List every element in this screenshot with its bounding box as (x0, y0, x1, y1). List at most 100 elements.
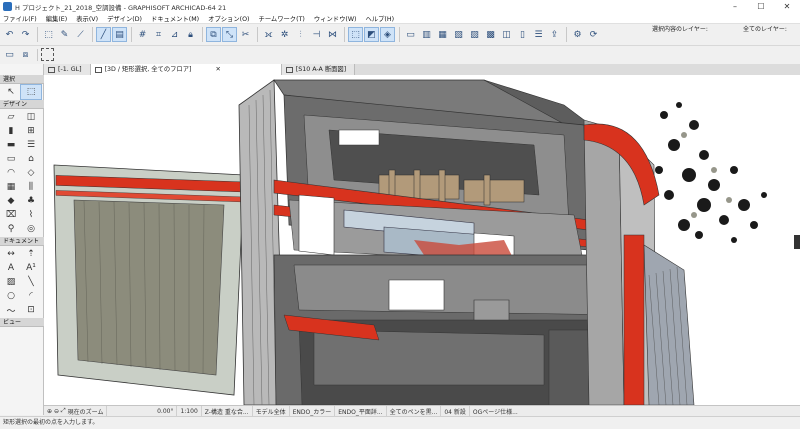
mep-icon[interactable]: ⚙ (570, 27, 585, 42)
line-type-icon[interactable]: ╱ (96, 27, 111, 42)
menu-file[interactable]: ファイル(F) (3, 14, 37, 23)
dimension-tool-icon[interactable]: ↔ (1, 247, 21, 261)
tab-3d-view[interactable]: [3D / 矩形選択, 全てのフロア] ✕ (90, 64, 282, 75)
menu-view[interactable]: 表示(V) (76, 14, 98, 23)
pen-set-select[interactable]: ENDO_カラー (290, 405, 336, 417)
suspend-groups-icon[interactable]: ⧉ (206, 27, 221, 42)
document-3d-icon[interactable]: ◫ (499, 27, 514, 42)
menu-window[interactable]: ウィンドウ(W) (314, 14, 357, 23)
marquee-multi-icon[interactable]: ⧈ (18, 48, 33, 61)
tracker-icon[interactable]: ⌗ (151, 27, 166, 42)
magic-wand-icon[interactable]: ⤡ (222, 27, 237, 42)
section-select[interactable]: 選択 (0, 75, 44, 84)
pet-palette-icon[interactable]: ⬚ (41, 27, 56, 42)
tab-close-icon[interactable]: ✕ (215, 64, 220, 75)
elevation-icon[interactable]: ▦ (435, 27, 450, 42)
menu-help[interactable]: ヘルプ(H) (366, 14, 395, 23)
schedule-icon[interactable]: ☰ (531, 27, 546, 42)
graphic-override-select[interactable]: ENDO_平面詳... (335, 405, 387, 417)
scale-select[interactable]: 1:100 (177, 405, 202, 417)
fit-icon[interactable]: ⤢ (61, 407, 66, 415)
zoom-in-icon[interactable]: ⊕ (47, 408, 52, 415)
door-tool-icon[interactable]: ◫ (21, 110, 41, 124)
maximize-icon[interactable]: ☐ (748, 0, 774, 13)
3d-viewport[interactable] (44, 75, 800, 405)
redo-icon[interactable]: ↷ (18, 27, 33, 42)
section-design[interactable]: デザイン (0, 100, 44, 109)
opening-tool-icon[interactable]: ◎ (21, 222, 41, 236)
arrow-tool-icon[interactable]: ↖ (1, 85, 21, 99)
3d-cutaway-icon[interactable]: ◩ (364, 27, 379, 42)
morph-tool-icon[interactable]: ◆ (1, 194, 21, 208)
close-icon[interactable]: ✕ (774, 0, 800, 13)
fill-tool-icon[interactable]: ▨ (1, 275, 21, 289)
shell-tool-icon[interactable]: ◠ (1, 166, 21, 180)
adjust-icon[interactable]: ⊣ (309, 27, 324, 42)
roof-tool-icon[interactable]: ⌂ (21, 152, 41, 166)
menu-options[interactable]: オプション(O) (208, 14, 249, 23)
railing-tool-icon[interactable]: ⫼ (21, 180, 41, 194)
interior-elevation-icon[interactable]: ▧ (451, 27, 466, 42)
rotation-angle[interactable]: 0.00° (107, 405, 178, 417)
3d-view-icon[interactable]: ⬚ (348, 27, 363, 42)
window-tool-icon[interactable]: ⊞ (21, 124, 41, 138)
align-icon[interactable]: ⫶ (293, 27, 308, 42)
override-select[interactable]: 全てのペンを黒... (387, 405, 442, 417)
section-document[interactable]: ドキュメント (0, 237, 44, 246)
text-tool-icon[interactable]: A (1, 261, 21, 275)
menu-edit[interactable]: 編集(E) (46, 14, 68, 23)
curtain-wall-tool-icon[interactable]: ▦ (1, 180, 21, 194)
eyedropper-icon[interactable]: ✎ (57, 27, 72, 42)
object-tool-icon[interactable]: ♣ (21, 194, 41, 208)
marquee-tool-icon[interactable]: ⬚ (20, 84, 42, 100)
undo-icon[interactable]: ↶ (2, 27, 17, 42)
menu-document[interactable]: ドキュメント(M) (151, 14, 199, 23)
drawing-tool-icon[interactable]: ⊡ (21, 303, 41, 317)
section-view[interactable]: ビュー (0, 318, 44, 327)
arc-tool-icon[interactable]: ◜ (21, 289, 41, 303)
tab-section-a-a[interactable]: [S10 A-A 断面図] (281, 64, 356, 75)
structure-display-select[interactable]: Z-構造 重な合... (202, 405, 253, 417)
viewport-scroll-handle[interactable] (794, 235, 800, 249)
3d-style-icon[interactable]: ◈ (380, 27, 395, 42)
slab-tool-icon[interactable]: ▭ (1, 152, 21, 166)
fill-type-icon[interactable]: ▤ (112, 27, 127, 42)
minimize-icon[interactable]: – (722, 0, 748, 13)
lock-icon[interactable]: 🔒︎ (183, 27, 198, 42)
publisher-icon[interactable]: ⇪ (547, 27, 562, 42)
guideline-icon[interactable]: ⊿ (167, 27, 182, 42)
section-icon[interactable]: ▥ (419, 27, 434, 42)
explode-icon[interactable]: ✲ (277, 27, 292, 42)
syringe-icon[interactable]: ⟋ (73, 27, 88, 42)
layout-icon[interactable]: ▯ (515, 27, 530, 42)
polyline-tool-icon[interactable]: 〜 (1, 303, 21, 317)
zoom-controls[interactable]: ⊕ ⊖ ⤢ 現在のズーム (44, 405, 108, 417)
detail-icon[interactable]: ▩ (483, 27, 498, 42)
trim-icon[interactable]: ✂ (238, 27, 253, 42)
beam-tool-icon[interactable]: ▬ (1, 138, 21, 152)
zoom-out-icon[interactable]: ⊖ (54, 408, 59, 415)
label-tool-icon[interactable]: A¹ (21, 261, 41, 275)
marquee-single-icon[interactable]: ▭ (2, 48, 17, 61)
page-option-select[interactable]: OGページ仕様... (470, 406, 521, 417)
circle-tool-icon[interactable]: ○ (1, 289, 21, 303)
line-tool-icon[interactable]: ╲ (21, 275, 41, 289)
worksheet-icon[interactable]: ▨ (467, 27, 482, 42)
grid-snap-icon[interactable]: # (135, 27, 150, 42)
intersect-icon[interactable]: ⋈ (325, 27, 340, 42)
tab-ground-floor[interactable]: [-1. GL] (44, 64, 91, 75)
lamp-tool-icon[interactable]: ⚲ (1, 222, 21, 236)
skylight-tool-icon[interactable]: ◇ (21, 166, 41, 180)
zone-tool-icon[interactable]: ⌧ (1, 208, 21, 222)
menu-teamwork[interactable]: チームワーク(T) (259, 14, 305, 23)
level-dimension-tool-icon[interactable]: ⇡ (21, 247, 41, 261)
marquee-rect-icon[interactable] (41, 48, 54, 61)
menu-design[interactable]: デザイン(D) (107, 14, 142, 23)
mesh-tool-icon[interactable]: ⌇ (21, 208, 41, 222)
wall-tool-icon[interactable]: ▱ (1, 110, 21, 124)
floor-plan-icon[interactable]: ▭ (403, 27, 418, 42)
model-view-select[interactable]: モデル全体 (253, 405, 290, 417)
split-icon[interactable]: ⟗ (261, 27, 276, 42)
stair-tool-icon[interactable]: ☰ (21, 138, 41, 152)
renovation-filter-select[interactable]: 04 新設 (441, 405, 470, 417)
